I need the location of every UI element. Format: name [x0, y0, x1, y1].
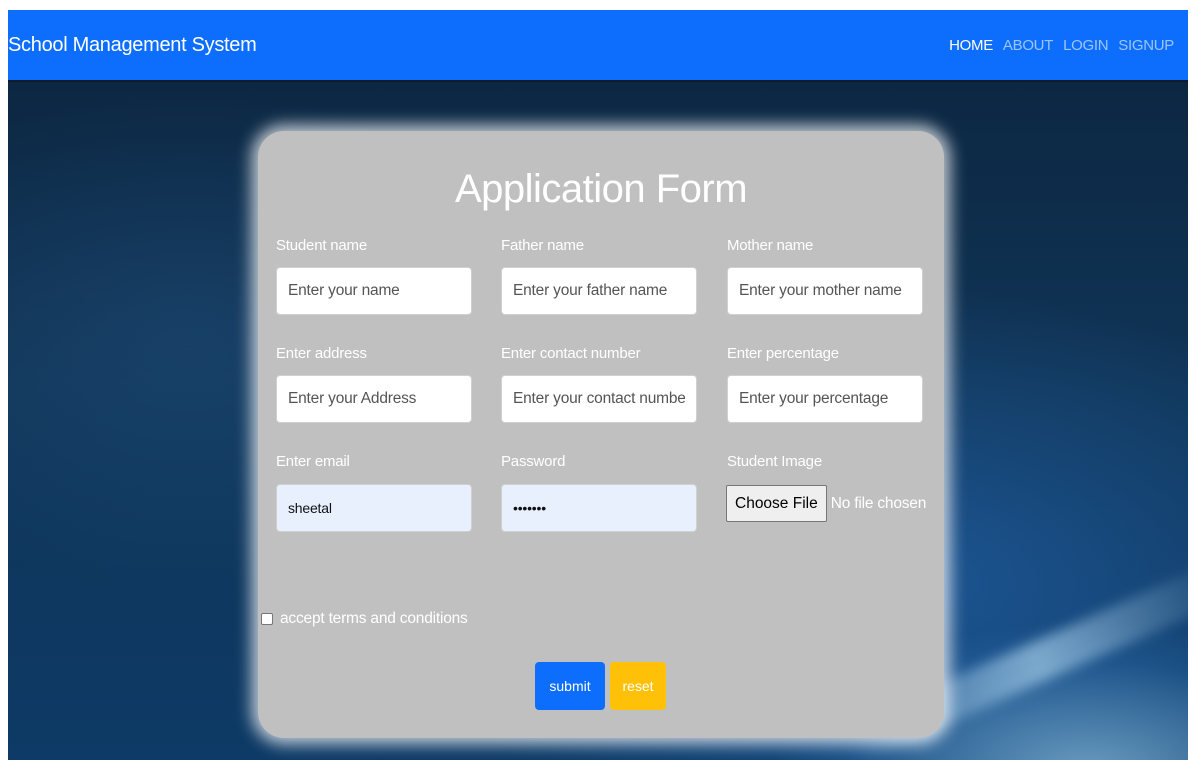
choose-file-button[interactable]: Choose File: [726, 485, 827, 522]
percentage-label: Enter percentage: [727, 345, 839, 362]
contact-number-label: Enter contact number: [501, 345, 641, 362]
address-input[interactable]: [276, 375, 472, 423]
password-label: Password: [501, 453, 566, 470]
email-label: Enter email: [276, 453, 350, 470]
password-input[interactable]: [501, 484, 697, 532]
address-label: Enter address: [276, 345, 367, 362]
terms-row: accept terms and conditions: [261, 610, 468, 628]
contact-number-input[interactable]: [501, 375, 697, 423]
navbar: School Management System HOME ABOUT LOGI…: [8, 10, 1188, 82]
submit-button[interactable]: submit: [535, 662, 605, 710]
form-title: Application Form: [454, 167, 748, 211]
nav-link-about[interactable]: ABOUT: [1003, 37, 1053, 54]
reset-button[interactable]: reset: [610, 662, 666, 710]
browser-viewport: School Management System HOME ABOUT LOGI…: [8, 10, 1188, 760]
nav-links: HOME ABOUT LOGIN SIGNUP: [949, 37, 1174, 54]
mother-name-label: Mother name: [727, 237, 814, 254]
student-image-label: Student Image: [727, 453, 822, 470]
student-name-input[interactable]: [276, 267, 472, 315]
mother-name-input[interactable]: [727, 267, 923, 315]
nav-link-signup[interactable]: SIGNUP: [1118, 37, 1174, 54]
student-name-label: Student name: [276, 237, 367, 254]
terms-checkbox[interactable]: [261, 613, 273, 625]
brand-link[interactable]: School Management System: [8, 34, 257, 57]
application-form-card: Application Form Student name Father nam…: [258, 131, 944, 738]
nav-link-home[interactable]: HOME: [949, 37, 993, 54]
terms-label[interactable]: accept terms and conditions: [280, 610, 468, 628]
father-name-label: Father name: [501, 237, 584, 254]
file-status-text: No file chosen: [830, 494, 927, 512]
father-name-input[interactable]: [501, 267, 697, 315]
student-image-file-input[interactable]: Choose File No file chosen: [726, 485, 926, 522]
nav-link-login[interactable]: LOGIN: [1063, 37, 1108, 54]
email-input[interactable]: [276, 484, 472, 532]
percentage-input[interactable]: [727, 375, 923, 423]
